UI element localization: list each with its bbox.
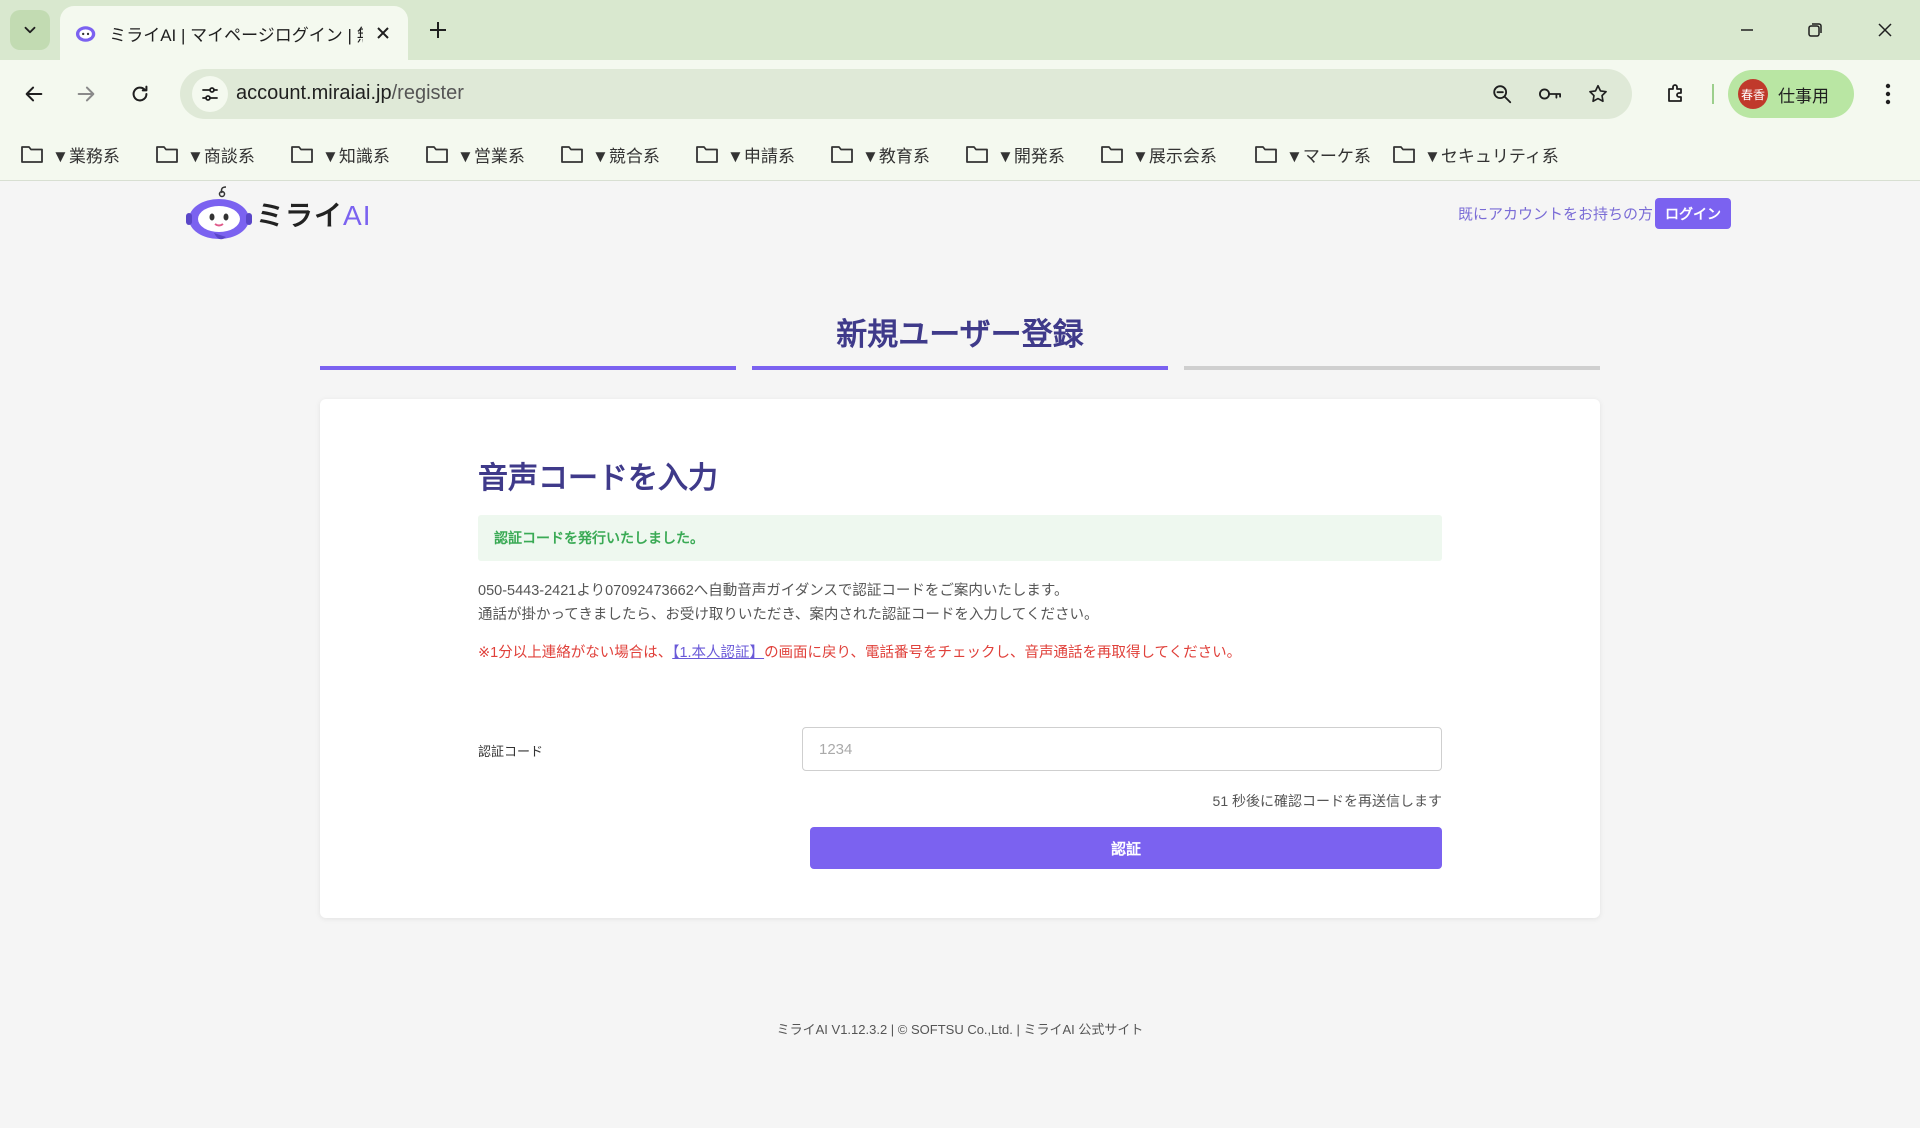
identity-verification-link[interactable]: 【1.本人認証】 — [672, 645, 764, 661]
reload-button[interactable] — [120, 74, 160, 114]
verification-card: 音声コードを入力 認証コードを発行いたしました。 050-5443-2421より… — [320, 399, 1600, 918]
bookmark-label: ▼競合系 — [592, 146, 660, 166]
verification-code-input[interactable] — [802, 727, 1442, 771]
address-bar[interactable]: account.miraiai.jp/register — [180, 69, 1632, 119]
site-info-button[interactable] — [192, 76, 228, 112]
key-icon — [1539, 88, 1562, 100]
chevron-down-icon — [24, 26, 36, 34]
zoom-button[interactable] — [1486, 78, 1518, 110]
step-indicator-2 — [752, 366, 1168, 370]
page-content: ミライAI 既にアカウントをお持ちの方 ログイン 新規ユーザー登録 音声コードを… — [0, 181, 1920, 1128]
bookmark-star-button[interactable] — [1582, 78, 1614, 110]
description-text: 050-5443-2421より07092473662へ自動音声ガイダンスで認証コ… — [478, 583, 1099, 623]
bookmark-folder[interactable]: ▼マーケ系 — [1254, 139, 1371, 169]
bookmarks-bar: ▼業務系 ▼商談系 ▼知識系 ▼営業系 ▼競合系 ▼申請系 ▼教育系 ▼開発系 ▼展示会系 ▼マー… — [0, 127, 1920, 181]
code-field-label: 認証コード — [478, 744, 544, 759]
browser-toolbar: account.miraiai.jp/register 春香 仕事用 — [0, 60, 1920, 127]
folder-icon — [156, 146, 178, 163]
avatar: 春香 — [1738, 79, 1768, 109]
browser-tab-active[interactable]: ミライAI | マイページログイン | 無料テ — [60, 6, 408, 60]
bookmark-folder[interactable]: ▼教育系 — [830, 139, 930, 169]
bookmark-label: ▼展示会系 — [1132, 146, 1217, 166]
new-tab-button[interactable] — [422, 14, 454, 46]
tab-title: ミライAI | マイページログイン | 無料テ — [109, 25, 363, 45]
browser-tabbar: ミライAI | マイページログイン | 無料テ — [0, 0, 1920, 60]
login-button[interactable]: ログイン — [1655, 198, 1731, 229]
tab-close-button[interactable] — [373, 22, 394, 44]
mirai-logo[interactable]: ミライAI — [186, 185, 371, 243]
folder-icon — [831, 146, 853, 163]
tab-search-button[interactable] — [10, 10, 50, 50]
zoom-icon — [1493, 85, 1512, 104]
step-indicator-1 — [320, 366, 736, 370]
verify-button[interactable]: 認証 — [810, 827, 1442, 869]
bookmark-label: ▼マーケ系 — [1286, 146, 1371, 166]
robot-mascot-icon — [186, 186, 252, 240]
mirai-favicon-icon — [75, 26, 96, 42]
card-title: 音声コードを入力 — [478, 462, 718, 495]
bookmark-folder[interactable]: ▼営業系 — [425, 139, 525, 169]
bookmark-folder[interactable]: ▼競合系 — [560, 139, 660, 169]
bookmark-label: ▼営業系 — [457, 146, 525, 166]
footer: ミライAI V1.12.3.2 | © SOFTSU Co.,Ltd. | ミラ… — [776, 1022, 1144, 1037]
arrow-left-icon — [25, 86, 43, 102]
bookmark-folder[interactable]: ▼申請系 — [695, 139, 795, 169]
toolbar-separator — [1712, 84, 1714, 104]
bookmark-label: ▼知識系 — [322, 146, 390, 166]
star-icon — [1589, 84, 1607, 103]
step-indicator-3 — [1184, 366, 1600, 370]
warning-text: ※1分以上連絡がない場合は、【1.本人認証】の画面に戻り、電話番号をチェックし、… — [478, 645, 1242, 661]
folder-icon — [966, 146, 988, 163]
url-text: account.miraiai.jp/register — [236, 82, 464, 104]
folder-icon — [1393, 146, 1415, 163]
have-account-text: 既にアカウントをお持ちの方 — [1458, 206, 1654, 223]
bookmark-folder[interactable]: ▼商談系 — [155, 139, 255, 169]
bookmark-label: ▼教育系 — [862, 146, 930, 166]
bookmark-label: ▼開発系 — [997, 146, 1065, 166]
extensions-button[interactable] — [1656, 74, 1696, 114]
back-button[interactable] — [14, 74, 54, 114]
resend-countdown: 51 秒後に確認コードを再送信します — [1212, 793, 1442, 809]
close-window-button[interactable] — [1862, 10, 1908, 50]
arrow-right-icon — [77, 86, 95, 102]
profile-name: 仕事用 — [1778, 86, 1829, 106]
restore-icon — [1808, 23, 1822, 37]
bookmark-folder[interactable]: ▼業務系 — [20, 139, 120, 169]
bookmark-folder[interactable]: ▼セキュリティ系 — [1392, 139, 1559, 169]
profile-button[interactable]: 春香 仕事用 — [1728, 70, 1854, 118]
bookmark-label: ▼申請系 — [727, 146, 795, 166]
close-icon — [1878, 23, 1892, 37]
bookmark-folder[interactable]: ▼知識系 — [290, 139, 390, 169]
folder-icon — [1255, 146, 1277, 163]
restore-button[interactable] — [1792, 10, 1838, 50]
more-vertical-icon — [1885, 83, 1891, 105]
folder-icon — [426, 146, 448, 163]
puzzle-icon — [1668, 84, 1682, 102]
folder-icon — [21, 146, 43, 163]
bookmark-folder[interactable]: ▼展示会系 — [1100, 139, 1217, 169]
reload-icon — [132, 85, 148, 102]
forward-button[interactable] — [66, 74, 106, 114]
close-icon — [377, 27, 390, 39]
folder-icon — [291, 146, 313, 163]
bookmark-label: ▼商談系 — [187, 146, 255, 166]
minimize-icon — [1741, 29, 1753, 31]
tune-icon — [202, 87, 218, 101]
folder-icon — [696, 146, 718, 163]
bookmark-folder[interactable]: ▼開発系 — [965, 139, 1065, 169]
plus-icon — [430, 22, 446, 38]
bookmark-label: ▼セキュリティ系 — [1424, 146, 1559, 166]
page-title: 新規ユーザー登録 — [836, 317, 1084, 352]
success-alert: 認証コードを発行いたしました。 — [478, 515, 1442, 561]
logo-text: ミライAI — [256, 200, 372, 231]
bookmark-label: ▼業務系 — [52, 146, 120, 166]
minimize-button[interactable] — [1724, 10, 1770, 50]
browser-menu-button[interactable] — [1868, 74, 1908, 114]
folder-icon — [561, 146, 583, 163]
password-key-button[interactable] — [1534, 78, 1566, 110]
folder-icon — [1101, 146, 1123, 163]
